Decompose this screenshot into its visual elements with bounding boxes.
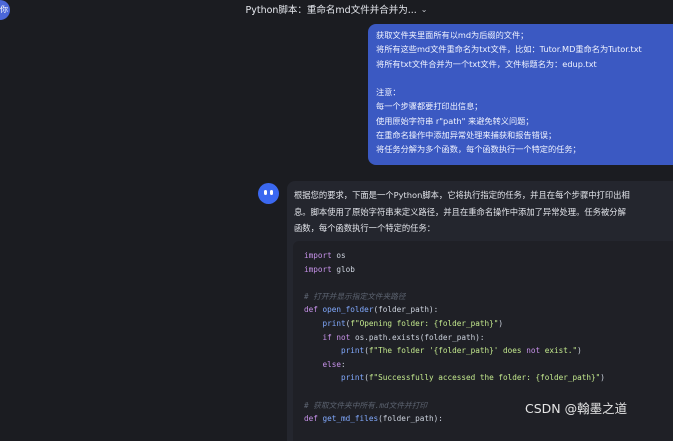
code-line: # 打开并显示指定文件夹路径 [304, 291, 406, 301]
code-line: import os [304, 251, 346, 260]
code-line: if not os.path.exists(folder_path): [322, 332, 485, 342]
code-line: import glob [304, 264, 355, 274]
assistant-text-line: 息。脚本使用了原始字符串来定义路径，并且在重命名操作中添加了异常处理。任务被分解 [294, 206, 626, 217]
watermark: CSDN @翰墨之道 [525, 401, 628, 416]
user-message-line: 注意： [376, 87, 401, 98]
code-line: print(f"The folder '{folder_path}' does … [341, 346, 582, 356]
user-message-line: 将所有这些md文件重命名为txt文件，比如：Tutor.MD重命名为Tutor.… [376, 44, 642, 55]
user-message-bubble: 获取文件夹里面所有以md为后缀的文件； 将所有这些md文件重命名为txt文件，比如… [368, 24, 673, 165]
chevron-down-icon[interactable]: ⌄ [421, 5, 428, 14]
code-line: print(f"Opening folder: {folder_path}") [322, 318, 504, 328]
conversation-title[interactable]: Python脚本：重命名md文件并合并为... ⌄ [0, 0, 673, 18]
user-message-line: 使用原始字符串 r"path" 来避免转义问题； [376, 115, 534, 126]
conversation-title-text: Python脚本：重命名md文件并合并为... [245, 5, 417, 16]
assistant-intro-text: 根据您的要求，下面是一个Python脚本，它将执行指定的任务，并且在每个步骤中打… [294, 187, 673, 237]
user-message-line: 将所有txt文件合并为一个txt文件，文件标题名为：edup.txt [376, 58, 597, 69]
code-line: def open_folder(folder_path): [304, 305, 439, 315]
user-message-line: 将任务分解为多个函数，每个函数执行一个特定的任务； [376, 144, 581, 155]
code-line: print(f"Successfully accessed the folder… [341, 373, 605, 383]
code-line: else: [322, 359, 346, 369]
user-message-line: 获取文件夹里面所有以md为后缀的文件； [376, 30, 529, 40]
robot-avatar-icon [258, 183, 279, 204]
user-message-line: 在重命名操作中添加异常处理来捕获和报告错误； [376, 130, 557, 141]
user-message-line [376, 71, 673, 85]
assistant-text-line: 根据您的要求，下面是一个Python脚本，它将执行指定的任务，并且在每个步骤中打… [294, 190, 630, 200]
assistant-text-line: 函数，每个函数执行一个特定的任务： [294, 223, 436, 233]
user-message-line: 每一个步骤都要打印出信息； [376, 101, 483, 112]
